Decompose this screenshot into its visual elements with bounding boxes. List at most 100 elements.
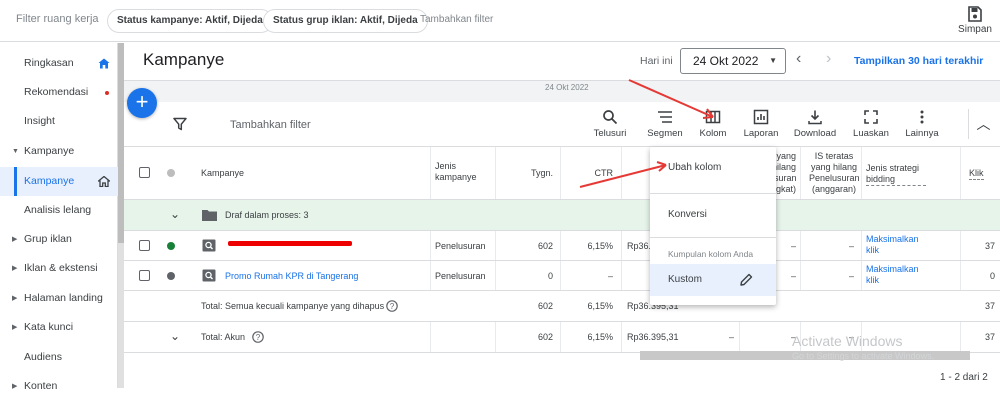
nav-label: Rekomendasi — [24, 86, 89, 98]
home-icon — [98, 176, 110, 187]
bar-chart-icon — [753, 109, 769, 125]
tool-columns[interactable]: Kolom — [697, 109, 729, 139]
nav-item-rekomendasi[interactable]: Rekomendasi — [0, 78, 118, 107]
caret-right-icon: ▶ — [12, 236, 18, 243]
show-30-days-link[interactable]: Tampilkan 30 hari terakhir — [854, 55, 983, 67]
nav-group-konten[interactable]: ▶ Konten — [0, 372, 118, 401]
tool-label: Download — [793, 128, 837, 139]
status-paused-dot[interactable] — [167, 272, 175, 280]
header-budget[interactable]: Tygn. — [500, 168, 553, 179]
budget-value: 602 — [537, 241, 553, 251]
dropdown-arrow-icon: ▼ — [769, 56, 777, 65]
date-prefix: Hari ini — [640, 55, 673, 67]
tool-segment[interactable]: Segmen — [645, 109, 685, 139]
folder-icon — [202, 210, 217, 221]
header-campaign-type[interactable]: Jenis kampanye — [435, 161, 491, 183]
total-budget: 602 — [537, 332, 553, 342]
total-cost: Rp36.395,31 — [627, 332, 679, 342]
date-range-value: 24 Okt 2022 — [693, 54, 759, 68]
row-checkbox[interactable] — [139, 270, 150, 281]
menu-item-conversions[interactable]: Konversi — [650, 197, 776, 233]
campaign-type: Penelusuran — [435, 241, 486, 251]
add-workspace-filter[interactable]: Tambahkan filter — [420, 14, 493, 25]
nav-item-analisis-lelang[interactable]: Analisis lelang — [0, 196, 118, 225]
fullscreen-icon — [864, 110, 878, 124]
nav-label: Insight — [24, 115, 55, 127]
nav-group-kata-kunci[interactable]: ▶ Kata kunci — [0, 313, 118, 342]
status-enabled-dot[interactable] — [167, 242, 175, 250]
left-navigation: Ringkasan Rekomendasi Insight ▼ Kampanye… — [0, 43, 118, 392]
pencil-icon[interactable] — [740, 273, 753, 286]
campaign-name-link[interactable]: Promo Rumah KPR di Tangerang — [225, 271, 358, 281]
table-row[interactable]: Promo Rumah KPR di Tangerang Penelusuran… — [124, 261, 1000, 291]
notification-dot — [105, 91, 109, 95]
search-campaign-icon — [202, 239, 216, 252]
nav-label: Audiens — [24, 351, 62, 363]
budget-value: 0 — [547, 271, 553, 281]
total-label: Total: Semua kecuali kampanye yang dihap… — [201, 301, 385, 311]
total-dash: – — [728, 332, 734, 342]
table-toolbar: Tambahkan filter Telusuri Segmen Kolom L… — [124, 103, 1000, 147]
ctr-value: 6,15% — [587, 241, 613, 251]
nav-group-iklan-ekstensi[interactable]: ▶ Iklan & ekstensi — [0, 254, 118, 283]
add-filter-button[interactable]: Tambahkan filter — [230, 119, 311, 131]
nav-item-insight[interactable]: Insight — [0, 107, 118, 136]
header-campaign[interactable]: Kampanye — [201, 168, 244, 179]
menu-item-edit-columns[interactable]: Ubah kolom — [650, 147, 776, 189]
menu-item-custom[interactable]: Kustom — [650, 264, 776, 296]
nav-group-kampanye[interactable]: ▼ Kampanye — [0, 137, 118, 166]
nav-item-audiens[interactable]: Audiens — [0, 343, 118, 372]
activate-windows-watermark: Activate Windows — [792, 333, 903, 349]
save-icon — [968, 6, 982, 22]
tool-label: Kolom — [699, 128, 727, 139]
help-icon[interactable]: ? — [386, 300, 398, 312]
chevron-up-icon: ︿ — [976, 116, 991, 132]
header-is-lost-budget[interactable]: IS teratas yang hilang Penelusuran (angg… — [809, 151, 860, 195]
draft-label: Draf dalam proses: 3 — [225, 210, 309, 220]
save-button[interactable]: Simpan — [958, 6, 992, 35]
draft-row[interactable]: ⌄ Draf dalam proses: 3 — [124, 200, 1000, 231]
adgroup-status-chip[interactable]: Status grup iklan: Aktif, Dijeda — [263, 9, 428, 33]
header-bid-strategy[interactable]: Jenis strategi bidding — [866, 163, 926, 186]
home-icon — [98, 58, 110, 69]
next-period-button[interactable]: › — [826, 50, 831, 68]
header-ctr[interactable]: CTR — [565, 168, 614, 179]
cost-value: Rp36. — [627, 241, 652, 251]
redacted-campaign-name — [228, 241, 352, 246]
select-all-checkbox[interactable] — [139, 167, 150, 178]
row-checkbox[interactable] — [139, 240, 150, 251]
bid-strategy-link[interactable]: Maksimalkan klik — [866, 264, 926, 286]
bid-strategy-link[interactable]: Maksimalkan klik — [866, 234, 926, 256]
help-icon[interactable]: ? — [252, 331, 264, 343]
table-row[interactable]: Penelusuran 602 6,15% Rp36. – – Maksimal… — [124, 231, 1000, 261]
menu-label: Ubah kolom — [668, 162, 722, 173]
total-ctr: 6,15% — [587, 332, 613, 342]
nav-item-kampanye[interactable]: Kampanye — [0, 167, 118, 196]
nav-item-ringkasan[interactable]: Ringkasan — [0, 49, 118, 78]
tool-label: Laporan — [743, 128, 779, 139]
filter-icon[interactable] — [173, 117, 187, 131]
nav-label: Ringkasan — [24, 57, 74, 69]
menu-group-label: Kumpulan kolom Anda — [668, 249, 754, 259]
tool-expand[interactable]: Luaskan — [851, 109, 891, 139]
pagination-label: 1 - 2 dari 2 — [940, 372, 988, 383]
tool-more[interactable]: Lainnya — [904, 109, 940, 139]
tool-search[interactable]: Telusuri — [593, 109, 627, 139]
search-icon — [603, 110, 618, 125]
tool-download[interactable]: Download — [792, 109, 838, 139]
tool-reports[interactable]: Laporan — [742, 109, 780, 139]
chevron-down-icon[interactable]: ⌄ — [170, 207, 180, 221]
chart-strip: 24 Okt 2022 — [124, 80, 1000, 102]
date-range-picker[interactable]: 24 Okt 2022 ▼ — [680, 48, 786, 74]
nav-group-halaman-landing[interactable]: ▶ Halaman landing — [0, 284, 118, 313]
collapse-button[interactable]: ︿ — [968, 109, 998, 139]
chevron-down-icon[interactable]: ⌄ — [170, 329, 180, 343]
nav-group-grup-iklan[interactable]: ▶ Grup iklan — [0, 225, 118, 254]
download-icon — [808, 110, 822, 125]
campaign-status-chip[interactable]: Status kampanye: Aktif, Dijeda — [107, 9, 273, 33]
menu-divider — [650, 193, 776, 194]
nav-label: Kampanye — [24, 145, 75, 157]
status-header-dot — [167, 169, 175, 177]
header-clicks[interactable]: Klik — [969, 168, 984, 180]
previous-period-button[interactable]: ‹ — [796, 50, 801, 68]
